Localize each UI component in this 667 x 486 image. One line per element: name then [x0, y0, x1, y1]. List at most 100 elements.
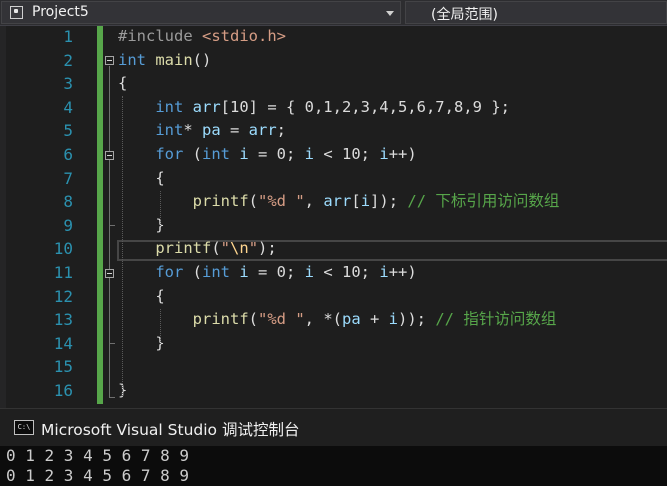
code-text: printf("\n");	[118, 237, 277, 261]
fold-toggle-icon[interactable]	[105, 56, 114, 65]
code-token: "%d "	[258, 192, 305, 211]
console-icon: C:\	[14, 420, 34, 435]
code-editor[interactable]: 1 #include <stdio.h> 2 int main() 3{4 int ar…	[0, 26, 667, 408]
code-token: #include	[118, 27, 202, 45]
code-text: int arr[10] = { 0,1,2,3,4,5,6,7,8,9 };	[118, 96, 510, 120]
code-token: printf	[118, 310, 249, 329]
code-line[interactable]: 6 for (int i = 0; i < 10; i++)	[0, 143, 667, 167]
code-token: {	[118, 286, 165, 305]
code-token: pa	[202, 121, 221, 140]
code-token: ));	[398, 310, 436, 329]
chevron-down-icon[interactable]	[386, 11, 394, 16]
code-token: for	[118, 145, 184, 163]
line-number: 6	[63, 145, 73, 164]
code-line[interactable]: 1 #include <stdio.h>	[0, 25, 667, 49]
code-token: , *(	[304, 310, 342, 329]
code-line[interactable]: 14 }	[0, 332, 667, 356]
code-line[interactable]: 7 {	[0, 167, 667, 191]
code-text: for (int i = 0; i < 10; i++)	[118, 143, 416, 167]
code-token: // 指针访问数组	[435, 310, 557, 329]
fold-toggle-icon[interactable]	[105, 269, 114, 278]
line-number: 3	[63, 74, 73, 94]
code-line[interactable]: 2 int main()	[0, 49, 667, 73]
fold-line	[109, 161, 111, 225]
scope-dropdown[interactable]: (全局范围)	[405, 1, 667, 24]
code-token: (	[183, 263, 202, 281]
code-token: }	[118, 215, 165, 234]
code-token: = 0;	[248, 145, 305, 163]
code-token: );	[258, 239, 277, 258]
project-label: Project5	[32, 4, 89, 20]
code-token: arr	[183, 97, 221, 116]
code-line[interactable]: 10 printf("\n");	[0, 237, 667, 261]
code-text: #include <stdio.h>	[118, 25, 286, 49]
code-line[interactable]: 11 for (int i = 0; i < 10; i++)	[0, 261, 667, 285]
fold-end	[109, 397, 115, 398]
fold-line	[109, 66, 111, 398]
line-number: 4	[63, 97, 73, 117]
code-token: (	[183, 145, 202, 163]
code-line[interactable]: 4 int arr[10] = { 0,1,2,3,4,5,6,7,8,9 };	[0, 96, 667, 120]
indent-guide	[160, 309, 161, 344]
code-token: (	[248, 192, 258, 211]
code-token: i	[360, 192, 371, 211]
code-token: < 10;	[314, 263, 380, 281]
console-output-line: 0 1 2 3 4 5 6 7 8 9	[6, 466, 190, 485]
code-token: = 0;	[248, 263, 305, 281]
code-token: arr	[323, 192, 352, 211]
code-line[interactable]: 8 printf("%d ", arr[i]); // 下标引用访问数组	[0, 190, 667, 214]
code-token: "	[248, 239, 259, 258]
code-token: // 下标引用访问数组	[407, 192, 560, 211]
code-token: i	[388, 310, 399, 329]
code-line[interactable]: 9 }	[0, 214, 667, 238]
code-text: {	[118, 285, 165, 309]
code-text: printf("%d ", arr[i]); // 下标引用访问数组	[118, 190, 560, 214]
code-token: i	[379, 145, 389, 163]
line-number: 7	[63, 168, 73, 188]
code-text: }	[118, 214, 165, 238]
console-title: Microsoft Visual Studio 调试控制台	[41, 421, 300, 439]
code-token: ,	[304, 192, 324, 211]
code-text: {	[118, 167, 164, 191]
code-token: main	[146, 50, 193, 69]
code-line[interactable]: 13 printf("%d ", *(pa + i)); // 指针访问数组	[0, 308, 667, 332]
console-titlebar[interactable]: C:\ Microsoft Visual Studio 调试控制台	[0, 408, 667, 446]
line-number: 9	[63, 215, 73, 235]
code-line[interactable]: 15	[0, 355, 667, 379]
fold-toggle-icon[interactable]	[105, 151, 114, 160]
code-line[interactable]: 12 {	[0, 285, 667, 309]
line-number: 11	[53, 263, 73, 282]
code-token: (	[211, 239, 221, 258]
line-number: 13	[53, 310, 73, 330]
line-number: 8	[63, 192, 73, 212]
code-token: [	[351, 192, 361, 211]
code-token: printf	[118, 192, 249, 211]
code-token: ;	[276, 121, 287, 140]
code-token: }	[118, 333, 165, 352]
project-dropdown[interactable]: Project5	[1, 1, 401, 24]
code-text: int* pa = arr;	[118, 119, 286, 143]
line-number: 1	[63, 27, 73, 46]
code-token: printf	[118, 239, 212, 258]
code-token: (	[248, 310, 258, 329]
code-token: *	[183, 121, 202, 140]
line-number: 16	[53, 381, 73, 400]
code-token: pa	[342, 310, 361, 329]
console-output-area[interactable]: 0 1 2 3 4 5 6 7 8 9 0 1 2 3 4 5 6 7 8 9	[0, 446, 667, 486]
code-token: < 10;	[314, 145, 380, 163]
fold-line	[109, 279, 111, 343]
code-token: [10] = { 0,1,2,3,4,5,6,7,8,9 };	[220, 97, 510, 116]
code-line[interactable]: 16}	[0, 379, 667, 403]
code-token: int	[118, 121, 184, 140]
code-line[interactable]: 5 int* pa = arr;	[0, 119, 667, 143]
code-token: for	[118, 263, 184, 281]
code-token: i	[230, 145, 249, 163]
code-token: +	[360, 310, 389, 329]
code-line[interactable]: 3{	[0, 72, 667, 96]
line-number: 14	[53, 333, 73, 353]
code-token: i	[230, 263, 249, 281]
indent-guide	[122, 96, 123, 396]
code-text: for (int i = 0; i < 10; i++)	[118, 261, 416, 285]
code-token: ]);	[370, 192, 408, 211]
code-text: printf("%d ", *(pa + i)); // 指针访问数组	[118, 308, 557, 332]
